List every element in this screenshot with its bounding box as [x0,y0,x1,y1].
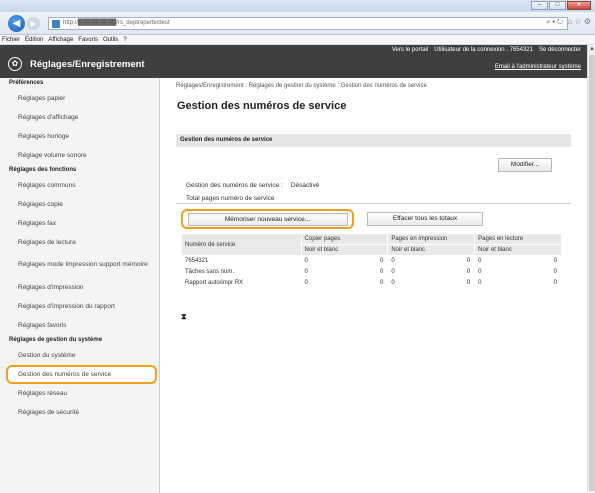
scan-bw-cell: 0 [534,255,563,267]
sidebar-item-system-management[interactable]: Gestion du système [0,346,159,365]
service-name-cell: 7654321 [181,255,302,267]
management-status-row: Gestion des numéros de service : Désacti… [186,182,319,189]
main-content: Réglages/Enregistrement : Réglages de ge… [176,78,581,493]
sidebar-item-favorites[interactable]: Réglages favoris [0,316,159,335]
sidebar-section-functions: Réglages des fonctions [9,167,77,173]
service-counter-table: Numéro de service Copier pages Pages en … [181,233,563,289]
print-bw-cell: 0 [447,266,476,278]
logout-link[interactable]: Se déconnecter [539,47,581,53]
forward-icon[interactable]: ▶ [27,17,40,30]
url-text: http://█████████/rs_deptreperbi/dest [63,20,170,26]
print-bw-cell: 0 [447,255,476,267]
col-subheader-scan-bw: Noir et blanc [474,244,562,256]
scan-bw-cell: 0 [534,277,563,289]
col-header-copy: Copier pages [300,233,389,245]
page-icon [52,20,60,28]
sidebar-section-system: Réglages de gestion du système [9,337,103,343]
table-row: Tâches sans num. 0 0 0 0 0 0 [181,266,563,278]
home-star-gear-icons[interactable]: ⌂ ☆ ⚙ [567,17,591,26]
browser-titlebar: – □ ✕ [0,0,595,12]
new-service-button[interactable]: Mémoriser nouveau service... [187,212,348,226]
scroll-thumb[interactable] [589,55,595,491]
sidebar-item-common[interactable]: Réglages communs [0,176,159,195]
copy-bw-cell: 0 [360,266,389,278]
sidebar-item-service-numbers[interactable]: Gestion des numéros de service [6,365,157,384]
col-header-service: Numéro de service [181,233,302,256]
header-links: Vers le portail Utilisateur de la connex… [392,47,581,53]
service-name-cell: Tâches sans num. [181,266,302,278]
hourglass-icon: ⧗ [181,312,187,321]
copy-cell: 0 [300,255,362,267]
service-name-cell: Rapport auto/impr RX [181,277,302,289]
portal-link[interactable]: Vers le portail [392,47,428,53]
sidebar-item-security[interactable]: Réglages de sécurité [0,403,159,422]
total-pages-label: Total pages numéro de service [186,195,275,202]
sidebar-item-fax[interactable]: Réglages fax [0,214,159,233]
print-cell: 0 [387,266,449,278]
page-title: Gestion des numéros de service [177,100,347,112]
copy-bw-cell: 0 [360,277,389,289]
search-refresh-icon[interactable]: ⌕ ▾ ↻ [546,19,563,27]
col-header-print: Pages en impression [387,233,476,245]
new-service-highlight: Mémoriser nouveau service... [181,209,354,229]
copy-bw-cell: 0 [360,255,389,267]
sidebar: Préférences Réglages papier Réglages d'a… [0,78,160,493]
sidebar-item-clock[interactable]: Réglages horloge [0,127,159,146]
sidebar-item-print[interactable]: Réglages d'impression [0,278,159,297]
login-user-label: Utilisateur de la connexion : 7654321 [434,47,533,53]
sidebar-item-scan[interactable]: Réglages de lecture [0,233,159,252]
url-field[interactable]: http://█████████/rs_deptreperbi/dest ⌕ ▾… [48,17,568,30]
sidebar-item-display[interactable]: Réglages d'affichage [0,108,159,127]
scroll-up-icon[interactable]: ▲ [588,45,595,53]
settings-logo-icon: ✿ [8,57,22,71]
section-header: Gestion des numéros de service [176,134,571,147]
col-subheader-print-bw: Noir et blanc [387,244,476,256]
minimize-button[interactable]: – [531,1,548,10]
clear-totals-button[interactable]: Effacer tous les totaux [367,212,483,226]
copy-cell: 0 [300,277,362,289]
sidebar-item-report-print[interactable]: Réglages d'impression du rapport [0,297,159,316]
sidebar-item-network[interactable]: Réglages réseau [0,384,159,403]
menu-outils[interactable]: Outils [103,35,118,44]
col-header-scan: Pages en lecture [474,233,562,245]
modify-button[interactable]: Modifier... [498,158,552,172]
scan-cell: 0 [474,266,536,278]
scan-cell: 0 [474,255,536,267]
col-subheader-copy-bw: Noir et blanc [300,244,389,256]
print-cell: 0 [387,255,449,267]
app-title: Réglages/Enregistrement [30,59,145,70]
print-bw-cell: 0 [447,277,476,289]
browser-addressbar: ◀ ▶ http://█████████/rs_deptreperbi/dest… [0,12,595,35]
sidebar-section-preferences: Préférences [9,80,44,86]
management-value: Désactivé [290,182,320,189]
window-controls: – □ ✕ [531,1,591,10]
sidebar-item-paper[interactable]: Réglages papier [0,89,159,108]
menu-fichier[interactable]: Fichier [2,35,20,44]
scan-bw-cell: 0 [534,266,563,278]
scan-cell: 0 [474,277,536,289]
back-icon[interactable]: ◀ [8,15,25,32]
menu-edition[interactable]: Édition [25,35,43,44]
close-button[interactable]: ✕ [567,1,591,10]
app-header: Vers le portail Utilisateur de la connex… [0,45,587,78]
table-row: 7654321 0 0 0 0 0 0 [181,255,563,267]
sidebar-item-memory-print[interactable]: Réglages mode Impression support mémoire [0,252,159,278]
sidebar-item-volume[interactable]: Réglage volume sonore [0,146,159,165]
page-scrollbar[interactable]: ▲ [587,45,595,493]
maximize-button[interactable]: □ [549,1,566,10]
menu-affichage[interactable]: Affichage [48,35,73,44]
breadcrumb: Réglages/Enregistrement : Réglages de ge… [176,83,427,89]
browser-menubar: Fichier Édition Affichage Favoris Outils… [0,35,595,45]
menu-favoris[interactable]: Favoris [78,35,98,44]
management-label: Gestion des numéros de service : [186,182,283,189]
copy-cell: 0 [300,266,362,278]
admin-email-link[interactable]: Email à l'administrateur système [495,64,581,70]
menu-help[interactable]: ? [123,35,126,44]
table-row: Rapport auto/impr RX 0 0 0 0 0 0 [181,277,563,289]
divider [176,203,571,204]
sidebar-item-copy[interactable]: Réglages copie [0,195,159,214]
print-cell: 0 [387,277,449,289]
